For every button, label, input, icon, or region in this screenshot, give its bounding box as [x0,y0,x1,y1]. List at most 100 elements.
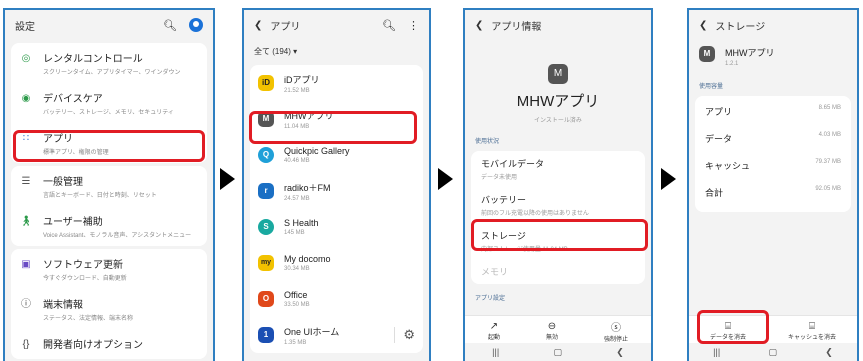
app-size: 24.57 MB [284,195,310,202]
app-name: radiko＋FM [284,182,331,193]
page-title: アプリ情報 [491,21,542,33]
highlight-storage [471,219,648,251]
settings-item-label: 端末情報 [43,300,83,311]
search-icon[interactable]: 🔍︎ [382,19,396,32]
home-icon[interactable]: ▢ [553,347,562,358]
usage-value: 8.65 MB [818,105,841,111]
sliders-icon: ☰ [21,176,31,187]
search-icon[interactable]: 🔍︎ [163,19,177,32]
app-version: 1.2.1 [725,61,739,67]
app-size: 1.35 MB [284,339,307,346]
disable-button[interactable]: ⊖ 無効 [546,321,558,341]
more-options-icon[interactable]: ⋮ [408,19,419,32]
action-bar: ↗ 起動 ⊖ 無効 ⓢ 強制停止 [465,315,651,345]
memory-item[interactable]: メモリ [471,259,645,284]
settings-group-3: ▣ ソフトウェア更新 今すぐダウンロード、自動更新 ⓘ 端末情報 ステータス、法定情… [11,249,207,359]
apps-screen: ❮ アプリ 🔍︎ ⋮ 全て (194) ▾ iD iDアプリ 21.52 MB M… [242,8,431,361]
back-nav-icon[interactable]: ❮ [616,347,624,358]
app-size: 30.34 MB [284,266,310,272]
settings-item-sub: Voice Assistant、モノラル音声、アシスタントメニュー [43,233,192,239]
clear-cache-label: キャッシュを消去 [787,334,836,341]
open-button[interactable]: ↗ 起動 [488,321,500,341]
settings-item-software-update[interactable]: ▣ ソフトウェア更新 今すぐダウンロード、自動更新 [11,249,207,289]
radiko-icon: r [258,183,274,199]
app-size: 21.52 MB [284,87,310,94]
info-icon: ⓘ [21,299,31,310]
my-docomo-icon: my [258,255,274,271]
home-icon[interactable]: ▢ [768,347,777,358]
storage-header: ❮ ストレージ [689,10,857,40]
apps-header: ❮ アプリ 🔍︎ ⋮ [244,10,429,40]
settings-item-label: デバイスケア [43,94,103,105]
settings-screen: 設定 🔍︎ ◎ レンタルコントロール スクリーンタイム、アプリタイマー、ワインダウ… [3,8,215,361]
usage-value: 79.37 MB [815,159,841,165]
recents-icon[interactable]: ||| [713,347,720,357]
usage-row: データ 4.03 MB [695,125,851,152]
mobile-data-item[interactable]: モバイルデータ データ未使用 [471,151,645,187]
back-icon[interactable]: ❮ [699,20,707,31]
app-name: iDアプリ [284,74,320,85]
app-size: 40.46 MB [284,158,310,164]
item-label: バッテリー [481,195,527,205]
back-nav-icon[interactable]: ❮ [825,347,833,358]
app-row[interactable]: iD iDアプリ 21.52 MB [250,65,423,101]
app-name: Office [284,290,308,300]
usage-label: データ [705,134,733,144]
mhw-app-icon: M [699,46,715,62]
section-header: 使用容量 [699,84,724,90]
app-name: My docomo [284,254,331,264]
settings-item-digital-wellbeing[interactable]: ◎ レンタルコントロール スクリーンタイム、アプリタイマー、ワインダウン [11,43,207,83]
system-nav-bar: ||| ▢ ❮ [689,343,857,361]
back-icon[interactable]: ❮ [254,20,262,31]
step-arrow-icon [438,168,453,190]
item-label: モバイルデータ [481,159,545,169]
recents-icon[interactable]: ||| [492,347,499,357]
app-list: iD iDアプリ 21.52 MB M MHWアプリ 11.04 MB Q Quic… [250,65,423,353]
back-icon[interactable]: ❮ [475,20,483,31]
storage-app-header: M MHWアプリ 1.2.1 [689,40,857,73]
app-row[interactable]: O Office 33.50 MB [250,281,423,317]
app-row[interactable]: S S Health 145 MB [250,209,423,245]
settings-item-sub: 言語とキーボード、日付と時刻、リセット [43,193,157,199]
app-filter-dropdown[interactable]: 全て (194) ▾ [244,40,429,63]
item-label: メモリ [481,267,509,277]
settings-item-developer[interactable]: {} 開発者向けオプション [11,329,207,359]
usage-value: 4.03 MB [818,132,841,138]
office-icon: O [258,291,274,307]
app-info-screen: ❮ アプリ情報 M MHWアプリ インストール済み 使用状況 モバイルデータ デ… [463,8,653,361]
app-name: One UIホーム [284,326,340,337]
settings-item-device-care[interactable]: ◉ デバイスケア バッテリー、ストレージ、メモリ、セキュリティ [11,83,207,123]
highlight-mhw-app [249,111,417,144]
item-sub: データ未使用 [481,175,518,181]
app-row[interactable]: r radiko＋FM 24.57 MB [250,173,423,209]
app-filter-label: 全て (194) [254,47,291,56]
usage-label: アプリ [705,107,733,117]
app-row[interactable]: 1 One UIホーム 1.35 MB ⚙ [250,317,423,353]
force-stop-button[interactable]: ⓢ 強制停止 [604,319,628,343]
settings-item-label: ソフトウェア更新 [43,260,123,271]
gear-icon[interactable]: ⚙ [394,327,415,343]
section-header: アプリ設定 [475,296,506,302]
section-header: 使用状況 [475,139,500,145]
install-status: インストール済み [534,118,582,124]
step-arrow-icon [220,168,235,190]
battery-item[interactable]: バッテリー 前回のフル充電以降の使用はありません [471,187,645,223]
accessibility-icon: 🚶︎ [19,216,33,227]
open-icon: ↗ [489,320,499,332]
page-title: アプリ [270,21,301,33]
app-name: MHWアプリ [725,48,775,58]
usage-value: 92.05 MB [815,186,841,192]
app-row[interactable]: my My docomo 30.34 MB [250,245,423,281]
settings-item-accessibility[interactable]: 🚶︎ ユーザー補助 Voice Assistant、モノラル音声、アシスタントメニ… [11,206,207,246]
settings-item-general[interactable]: ☰ 一般管理 言語とキーボード、日付と時刻、リセット [11,166,207,206]
clear-cache-button[interactable]: ⌸ キャッシュを消去 [788,321,836,341]
open-label: 起動 [487,334,500,341]
settings-item-sub: ステータス、法定情報、端末名称 [43,316,134,322]
highlight-clear-data [697,310,769,344]
settings-item-sub: 今すぐダウンロード、自動更新 [43,276,127,282]
usage-list: モバイルデータ データ未使用 バッテリー 前回のフル充電以降の使用はありません … [471,151,645,284]
settings-item-about[interactable]: ⓘ 端末情報ステータス、法定情報、端末名称 [11,289,207,329]
settings-group-2: ☰ 一般管理 言語とキーボード、日付と時刻、リセット 🚶︎ ユーザー補助 Voice… [11,166,207,246]
force-stop-icon: ⓢ [610,322,621,334]
account-avatar-icon[interactable] [189,18,203,32]
